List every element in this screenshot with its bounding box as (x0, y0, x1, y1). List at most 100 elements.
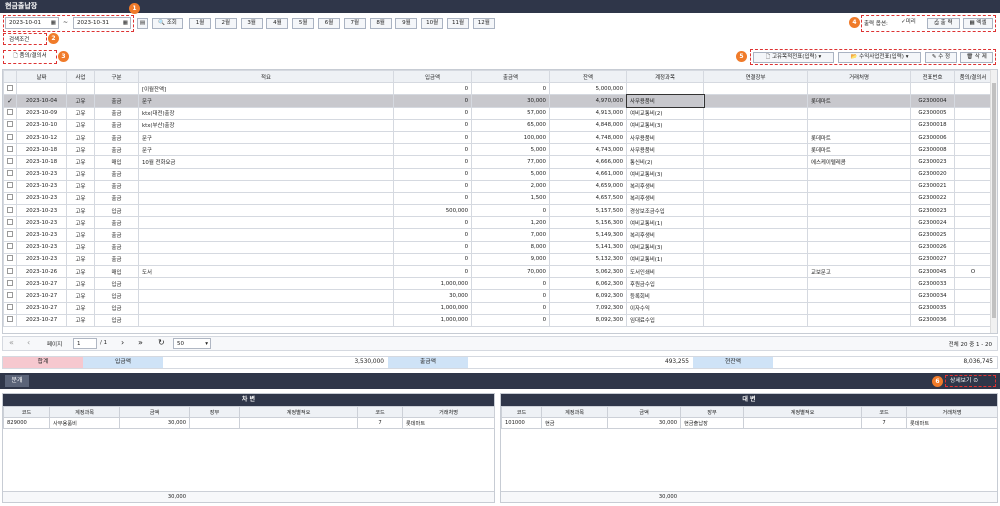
table-row[interactable]: 829000 사무용품비 30,000 7 롯데마트 (3, 417, 495, 429)
detail-view-button[interactable]: 상세보기 ⊙ (945, 375, 996, 387)
select-all-checkbox[interactable] (3, 70, 17, 84)
row-checkbox[interactable] (3, 252, 17, 267)
next-page-icon[interactable]: › (121, 338, 124, 347)
column-header[interactable]: 계정과목 (626, 70, 704, 84)
column-header[interactable]: 사업 (66, 70, 95, 84)
column-header[interactable]: 적요 (138, 70, 394, 84)
page-size-select[interactable]: 50 ▾ (173, 338, 211, 349)
row-checkbox[interactable] (3, 216, 17, 230)
scrollbar-thumb[interactable] (992, 83, 996, 318)
row-checkbox[interactable] (3, 143, 17, 157)
grid-scrollbar[interactable] (990, 70, 997, 333)
row-checkbox[interactable] (3, 179, 17, 193)
table-row[interactable]: 2023-10-27 고유 입금 30,000 0 6,092,300 등록회비 G23000… (3, 289, 992, 303)
month-button[interactable]: 5월 (292, 18, 315, 29)
first-page-icon[interactable]: « (9, 338, 14, 347)
month-button[interactable]: 2월 (214, 18, 237, 29)
grid-view-icon[interactable]: ▤ (137, 18, 148, 29)
row-checkbox[interactable] (3, 289, 17, 303)
table-row[interactable]: 2023-10-27 고유 입금 1,000,000 0 7,092,300 이자수익 G23… (3, 301, 992, 315)
row-checkbox[interactable] (3, 240, 17, 254)
table-row[interactable]: 2023-10-27 고유 입금 1,000,000 0 6,062,300 후원금수입 G2… (3, 277, 992, 291)
table-row[interactable]: 2023-10-12 고유 출금 문구 0 100,000 4,748,000 사무용품비 롯데… (3, 130, 992, 145)
delete-button[interactable]: 🗑 삭 제 (960, 52, 993, 63)
excel-button[interactable]: ▦ 엑셀 (963, 18, 993, 29)
column-header[interactable]: 연결장부 (703, 70, 808, 84)
column-header[interactable]: 입금액 (393, 70, 472, 84)
row-checkbox[interactable] (3, 130, 17, 145)
row-checkbox[interactable] (3, 106, 17, 120)
table-row[interactable]: 2023-10-23 고유 입금 500,000 0 5,157,500 경상보조금수입 G2… (3, 204, 992, 218)
table-row[interactable]: 2023-10-23 고유 출금 0 9,000 5,132,300 여비교통비(1) G23… (3, 252, 992, 267)
row-checkbox[interactable] (3, 118, 17, 132)
month-button[interactable]: 11월 (447, 18, 469, 29)
month-button[interactable]: 7월 (343, 18, 366, 29)
table-cell: 30,000 (471, 94, 550, 108)
calendar-icon[interactable]: ▦ (123, 18, 128, 28)
table-row[interactable]: [이월잔액] 0 0 5,000,000 (3, 82, 992, 96)
voucher-own-purpose-button[interactable]: 🗋 고유목적전표(입력) ▾ (753, 52, 834, 63)
page-input[interactable]: 1 (73, 338, 97, 349)
row-checkbox[interactable] (3, 191, 17, 206)
table-cell: 도서 (138, 264, 394, 279)
row-checkbox[interactable]: ✓ (3, 94, 17, 108)
column-header[interactable]: 전표번호 (910, 70, 955, 84)
journal-tab[interactable]: 분개 (5, 375, 29, 387)
table-row[interactable]: 2023-10-23 고유 출금 0 8,000 5,141,300 여비교통비(3) G23… (3, 240, 992, 254)
month-button[interactable]: 9월 (395, 18, 418, 29)
row-checkbox[interactable] (3, 313, 17, 327)
print-button[interactable]: ⎙ 출 력 (927, 18, 960, 29)
refresh-icon[interactable]: ↻ (158, 338, 165, 347)
table-row[interactable]: 2023-10-09 고유 출금 ktx(대전)출장 0 57,000 4,913,000 여… (3, 106, 992, 120)
month-button[interactable]: 1월 (189, 18, 211, 29)
month-button[interactable]: 6월 (318, 18, 340, 29)
voucher-profit-button[interactable]: 📂 수익사업전표(입력) ▾ (838, 52, 921, 63)
approval-button[interactable]: 🗋 품의/결의서 (5, 52, 55, 63)
table-cell: 4,666,000 (549, 155, 627, 169)
sum-label: 합계 (3, 357, 83, 368)
table-row[interactable]: 2023-10-23 고유 출금 0 5,000 4,661,000 여비교통비(3) G23… (3, 167, 992, 181)
table-row[interactable]: 2023-10-23 고유 출금 0 1,500 4,657,500 복리후생비 G23000… (3, 191, 992, 206)
month-button[interactable]: 12월 (472, 18, 495, 29)
date-from-input[interactable]: 2023-10-01 ▦ (5, 17, 59, 29)
row-checkbox[interactable] (3, 228, 17, 242)
table-row[interactable]: 2023-10-18 고유 매입 10월 전화요금 0 77,000 4,666,000 통신… (3, 155, 992, 169)
calendar-icon[interactable]: ▦ (51, 18, 56, 28)
column-header[interactable]: 날짜 (16, 70, 67, 84)
month-button[interactable]: 10월 (421, 18, 444, 29)
table-row[interactable]: 2023-10-26 고유 매입 도서 0 70,000 5,062,300 도서인쇄비 교보문… (3, 264, 992, 279)
table-row[interactable]: 2023-10-18 고유 출금 문구 0 5,000 4,743,000 사무용품비 롯데마트… (3, 143, 992, 157)
row-checkbox[interactable] (3, 155, 17, 169)
row-checkbox[interactable] (3, 277, 17, 291)
month-button[interactable]: 8월 (369, 18, 392, 29)
row-checkbox[interactable] (3, 301, 17, 315)
preview-button[interactable]: ✓미리 (893, 18, 924, 29)
table-row[interactable]: 2023-10-23 고유 출금 0 7,000 5,149,300 복리후생비 G23000… (3, 228, 992, 242)
table-cell (954, 313, 992, 327)
month-button[interactable]: 4월 (266, 18, 289, 29)
edit-button[interactable]: ✎ 수 정 (925, 52, 957, 63)
row-checkbox[interactable] (3, 264, 17, 279)
date-to-input[interactable]: 2023-10-31 ▦ (73, 17, 131, 29)
month-button[interactable]: 3월 (240, 18, 263, 29)
table-row[interactable]: 101000 현금 30,000 현금출납장 7 롯데마트 (501, 417, 998, 429)
table-row[interactable]: 2023-10-23 고유 출금 0 1,200 5,156,300 여비교통비(1) G23… (3, 216, 992, 230)
column-header[interactable]: 거래처명 (807, 70, 911, 84)
column-header[interactable]: 출금액 (471, 70, 550, 84)
table-row[interactable]: 2023-10-10 고유 출금 ktx(부산)출장 0 65,000 4,848,000 여… (3, 118, 992, 132)
table-row[interactable]: 2023-10-27 고유 입금 1,000,000 0 8,092,300 임대료수입 G2… (3, 313, 992, 327)
table-row[interactable]: ✓ 2023-10-04 고유 출금 문구 0 30,000 4,970,000 사무용품비 롯데… (3, 93, 992, 109)
column-header[interactable]: 품의/결의서 (954, 70, 992, 84)
last-page-icon[interactable]: » (138, 338, 143, 347)
prev-page-icon[interactable]: ‹ (27, 338, 30, 347)
table-row[interactable]: 2023-10-23 고유 출금 0 2,000 4,659,000 복리후생비 G23000… (3, 179, 992, 193)
query-button[interactable]: 🔍 조회 (152, 18, 183, 29)
table-cell (66, 82, 95, 96)
search-condition-label[interactable]: 검색조건 (9, 35, 29, 43)
column-header[interactable]: 잔액 (549, 70, 627, 84)
row-checkbox[interactable] (3, 204, 17, 218)
row-checkbox[interactable] (3, 82, 17, 96)
row-checkbox[interactable] (3, 167, 17, 181)
column-header[interactable]: 구분 (94, 70, 139, 84)
table-cell: 롯데마트 (402, 417, 495, 429)
